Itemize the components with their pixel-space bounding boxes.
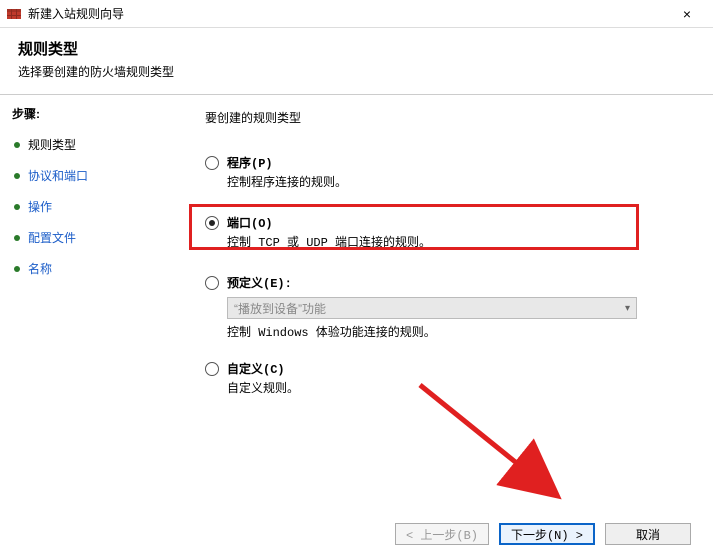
radio-label: 端口(O) xyxy=(227,214,273,231)
step-label: 规则类型 xyxy=(28,136,76,153)
wizard-content: 要创建的规则类型 程序(P) 控制程序连接的规则。 端口(O) 控制 TCP 或… xyxy=(175,95,713,510)
radio-icon[interactable] xyxy=(205,156,219,170)
radio-icon[interactable] xyxy=(205,362,219,376)
cancel-button[interactable]: 取消 xyxy=(605,523,691,545)
step-label: 配置文件 xyxy=(28,229,76,246)
firewall-icon xyxy=(6,6,22,22)
next-button[interactable]: 下一步(N) > xyxy=(499,523,595,545)
page-subtitle: 选择要创建的防火墙规则类型 xyxy=(18,63,695,80)
step-protocol-port[interactable]: 协议和端口 xyxy=(12,163,163,188)
close-button[interactable]: × xyxy=(667,3,707,25)
step-label: 操作 xyxy=(28,198,52,215)
content-question: 要创建的规则类型 xyxy=(205,109,683,126)
radio-program[interactable]: 程序(P) 控制程序连接的规则。 xyxy=(205,154,683,190)
radio-label: 程序(P) xyxy=(227,154,273,171)
step-name[interactable]: 名称 xyxy=(12,256,163,281)
wizard-footer: < 上一步(B) 下一步(N) > 取消 xyxy=(0,510,713,558)
radio-custom[interactable]: 自定义(C) 自定义规则。 xyxy=(205,360,683,396)
page-title: 规则类型 xyxy=(18,38,695,59)
predefined-dropdown: “播放到设备”功能 ▾ xyxy=(227,297,637,319)
radio-icon[interactable] xyxy=(205,216,219,230)
rule-type-radio-group: 程序(P) 控制程序连接的规则。 端口(O) 控制 TCP 或 UDP 端口连接… xyxy=(205,154,683,396)
radio-port[interactable]: 端口(O) 控制 TCP 或 UDP 端口连接的规则。 xyxy=(205,210,683,254)
step-label: 协议和端口 xyxy=(28,167,88,184)
wizard-body: 步骤: 规则类型 协议和端口 操作 配置文件 名称 要创建的规则类型 xyxy=(0,95,713,510)
radio-label: 自定义(C) xyxy=(227,360,285,377)
radio-desc: 自定义规则。 xyxy=(227,379,683,396)
radio-icon[interactable] xyxy=(205,276,219,290)
step-label: 名称 xyxy=(28,260,52,277)
step-profile[interactable]: 配置文件 xyxy=(12,225,163,250)
radio-desc: 控制程序连接的规则。 xyxy=(227,173,683,190)
bullet-icon xyxy=(14,266,20,272)
titlebar: 新建入站规则向导 × xyxy=(0,0,713,28)
back-button: < 上一步(B) xyxy=(395,523,489,545)
window-title: 新建入站规则向导 xyxy=(28,5,667,22)
radio-predefined[interactable]: 预定义(E): “播放到设备”功能 ▾ 控制 Windows 体验功能连接的规则… xyxy=(205,274,683,340)
radio-desc: 控制 TCP 或 UDP 端口连接的规则。 xyxy=(227,233,683,250)
bullet-icon xyxy=(14,142,20,148)
dropdown-value: “播放到设备”功能 xyxy=(234,300,326,317)
bullet-icon xyxy=(14,204,20,210)
chevron-down-icon: ▾ xyxy=(625,303,630,314)
bullet-icon xyxy=(14,173,20,179)
steps-sidebar: 步骤: 规则类型 协议和端口 操作 配置文件 名称 xyxy=(0,95,175,510)
wizard-header: 规则类型 选择要创建的防火墙规则类型 xyxy=(0,28,713,95)
radio-desc: 控制 Windows 体验功能连接的规则。 xyxy=(227,323,683,340)
radio-label: 预定义(E): xyxy=(227,274,292,291)
bullet-icon xyxy=(14,235,20,241)
step-action[interactable]: 操作 xyxy=(12,194,163,219)
steps-heading: 步骤: xyxy=(12,105,163,122)
step-rule-type[interactable]: 规则类型 xyxy=(12,132,163,157)
